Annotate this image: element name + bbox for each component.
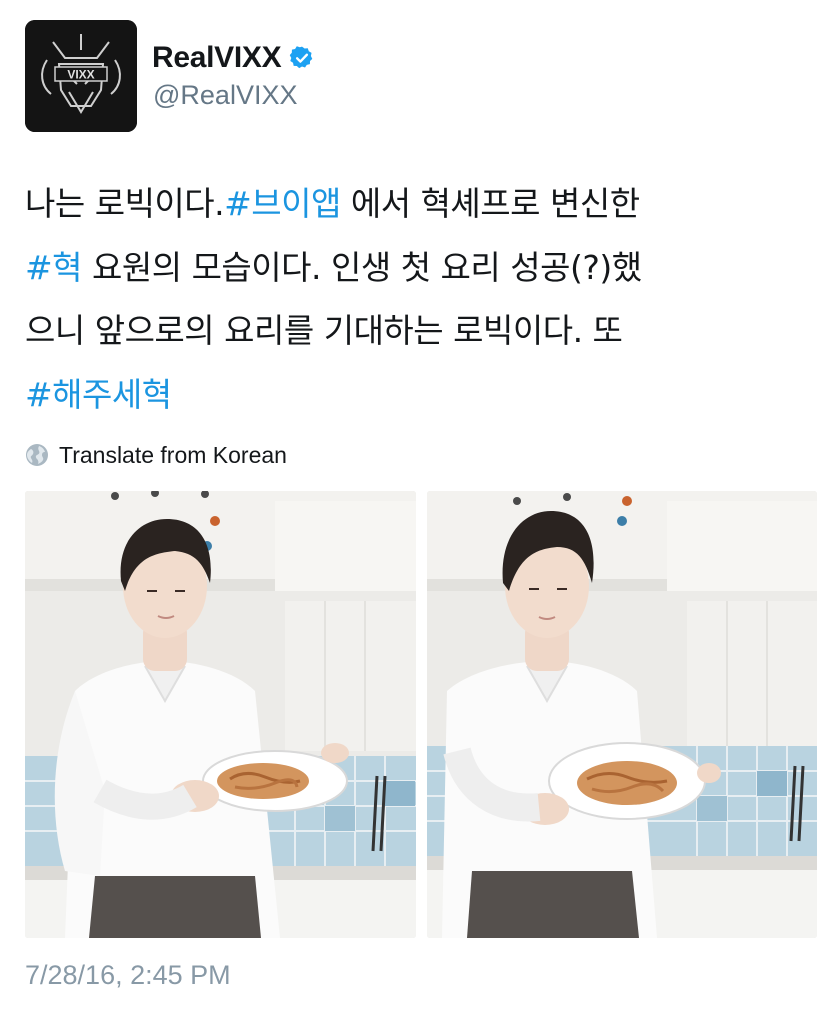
author-name-row: RealVIXX bbox=[152, 38, 315, 78]
vixx-logo-icon: VIXX bbox=[25, 20, 137, 132]
tweet-text-line: 나는 로빅이다.#브이앱 에서 혁셰프로 변신한 bbox=[25, 172, 815, 236]
tweet-text-line: #혁 요원의 모습이다. 인생 첫 요리 성공(?)했 bbox=[25, 236, 815, 300]
tweet-text-segment: 에서 혁셰프로 변신한 bbox=[340, 184, 640, 223]
tweet-text: 나는 로빅이다.#브이앱 에서 혁셰프로 변신한 #혁 요원의 모습이다. 인생… bbox=[25, 172, 815, 426]
translate-label: Translate from Korean bbox=[59, 441, 287, 468]
avatar-logo-text: VIXX bbox=[67, 68, 94, 82]
avatar[interactable]: VIXX bbox=[25, 20, 137, 132]
tweet-photo[interactable] bbox=[427, 491, 817, 938]
hashtag-link[interactable]: #혁 bbox=[25, 248, 83, 287]
globe-icon bbox=[26, 444, 48, 466]
tweet-text-segment: 으니 앞으로의 요리를 기대하는 로빅이다. 또 bbox=[25, 311, 623, 350]
tweet-text-segment: 요원의 모습이다. 인생 첫 요리 성공(?)했 bbox=[82, 247, 642, 287]
author-display-name[interactable]: RealVIXX bbox=[152, 41, 282, 75]
hashtag-link[interactable]: #해주세혁 bbox=[25, 375, 172, 414]
author-handle[interactable]: @RealVIXX bbox=[153, 80, 297, 111]
verified-badge-icon bbox=[290, 46, 313, 69]
tweet-text-line: 으니 앞으로의 요리를 기대하는 로빅이다. 또 bbox=[25, 299, 815, 363]
translate-button[interactable]: Translate from Korean bbox=[25, 440, 287, 470]
tweet-text-line: #해주세혁 bbox=[25, 363, 815, 427]
tweet-photo[interactable] bbox=[25, 491, 416, 938]
tweet-timestamp[interactable]: 7/28/16, 2:45 PM bbox=[25, 960, 231, 991]
tweet-text-segment: 나는 로빅이다. bbox=[25, 184, 225, 223]
hashtag-link[interactable]: #브이앱 bbox=[224, 184, 341, 223]
